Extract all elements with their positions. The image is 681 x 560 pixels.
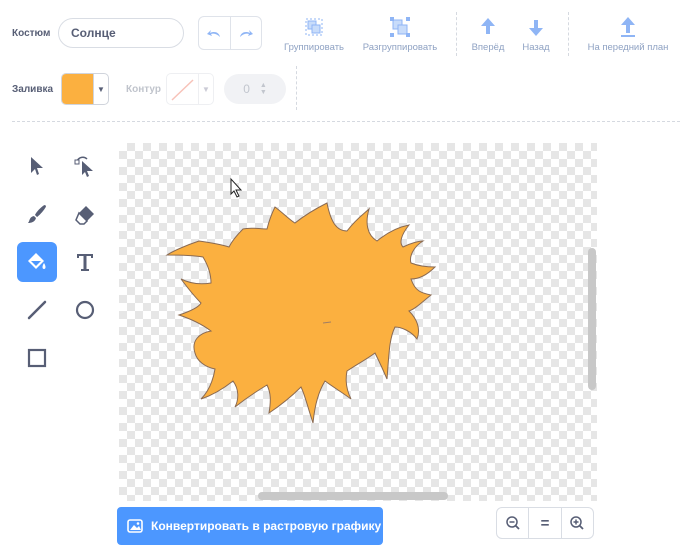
outline-width-value: 0 [243,82,250,96]
canvas-horizontal-scrollbar[interactable] [258,492,448,500]
zoom-reset-label: = [540,514,550,532]
arrow-icon [31,157,43,175]
ungroup-icon [390,17,410,37]
backward-button[interactable]: Назад [516,16,556,53]
redo-button[interactable] [229,17,262,49]
forward-icon [481,18,495,34]
toolbar-divider [12,121,680,122]
toolbar-separator [456,12,457,56]
eraser-icon [75,206,94,225]
toolbar-separator-2 [568,12,569,56]
ungroup-label: Разгруппировать [362,42,438,53]
outline-none-swatch [167,74,199,104]
fill-color-picker[interactable]: ▼ [61,73,109,105]
reshape-tool[interactable] [65,146,105,186]
rectangle-tool[interactable] [17,338,57,378]
circle-tool[interactable] [65,290,105,330]
outline-color-picker[interactable]: ▼ [166,73,214,105]
chevron-down-icon: ▼ [97,84,105,94]
sun-shape[interactable] [165,202,437,424]
canvas-vertical-scrollbar[interactable] [588,248,596,390]
undo-button[interactable] [199,17,230,49]
line-icon [27,300,47,320]
brush-tool[interactable] [17,194,57,234]
fill-tool[interactable] [17,242,57,282]
ungroup-button[interactable]: Разгруппировать [356,16,444,53]
image-icon [127,519,143,533]
convert-label: Конвертировать в растровую графику [151,519,382,533]
reshape-icon [74,156,93,177]
mouse-cursor-icon [230,177,243,198]
chevron-down-icon: ▼ [202,84,210,94]
text-icon [77,254,93,271]
brush-icon [28,205,46,223]
backward-label: Назад [522,42,550,53]
stepper-arrows-icon: ▲ ▼ [259,82,267,96]
rectangle-icon [27,348,47,368]
outline-label: Контур [126,84,161,95]
text-tool[interactable] [65,242,105,282]
zoom-in-button[interactable] [560,508,593,538]
front-icon [621,17,635,37]
front-button[interactable]: На передний план [578,16,678,53]
redo-icon [239,30,253,37]
zoom-in-icon [570,516,584,530]
front-label: На передний план [587,42,669,53]
paint-canvas[interactable] [119,143,597,501]
zoom-out-icon [505,516,520,530]
fill-bucket-icon [28,253,46,269]
costume-name-value: Солнце [71,26,116,40]
costume-name-input[interactable]: Солнце [58,18,184,48]
line-tool[interactable] [17,290,57,330]
group-button[interactable]: Группировать [280,16,348,53]
select-tool[interactable] [17,146,57,186]
fill-color-swatch [62,74,94,104]
eraser-tool[interactable] [65,194,105,234]
zoom-out-button[interactable] [497,508,528,538]
fill-label: Заливка [12,84,54,95]
forward-button[interactable]: Вперёд [466,16,510,53]
toolbar-separator-3 [296,66,297,110]
outline-width-stepper[interactable]: 0 ▲ ▼ [224,74,286,104]
forward-label: Вперёд [471,42,505,53]
group-label: Группировать [283,42,344,53]
zoom-reset-button[interactable]: = [528,508,560,538]
undo-icon [207,30,221,37]
backward-icon [529,20,543,36]
convert-to-bitmap-button[interactable]: Конвертировать в растровую графику [117,507,383,545]
undo-redo-group [198,16,262,50]
circle-icon [75,300,95,320]
costume-label: Костюм [12,28,51,39]
group-icon [305,18,323,36]
zoom-controls: = [496,507,594,539]
